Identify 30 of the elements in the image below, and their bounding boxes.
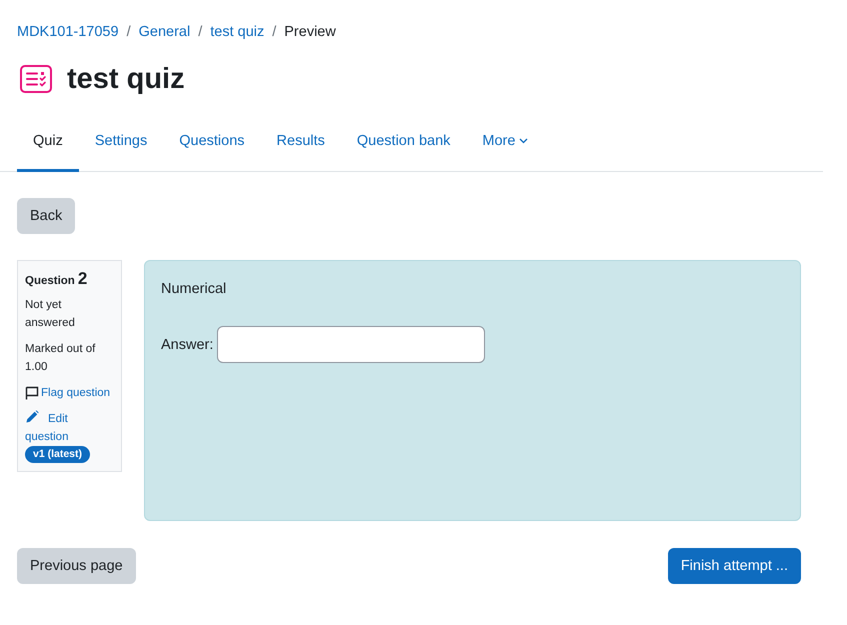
nav-tab[interactable]: Results xyxy=(260,121,341,172)
finish-attempt-button[interactable]: Finish attempt ... xyxy=(668,548,801,584)
pencil-icon xyxy=(26,410,39,423)
question-label: Question xyxy=(25,274,75,289)
breadcrumb-link[interactable]: MDK101-17059 xyxy=(17,22,119,42)
question-marks: Marked out of 1.00 xyxy=(25,342,96,375)
flag-question-link[interactable]: Flag question xyxy=(25,384,110,402)
answer-field[interactable] xyxy=(217,326,486,363)
previous-page-button[interactable]: Previous page xyxy=(17,548,136,584)
breadcrumb-link[interactable]: General xyxy=(138,22,190,42)
nav-tab[interactable]: Questions xyxy=(163,121,261,172)
question-state: Not yet answered xyxy=(25,298,76,331)
caret-icon xyxy=(519,138,528,144)
answer-label: Answer: xyxy=(161,336,214,352)
edit-question-link[interactable]: Edit question xyxy=(25,410,114,446)
nav-tab[interactable]: Question bank xyxy=(340,121,466,172)
nav-tab[interactable]: Quiz xyxy=(17,121,79,172)
breadcrumb-separator: / xyxy=(272,23,276,42)
breadcrumb-link[interactable]: test quiz xyxy=(210,22,264,42)
checklist-icon xyxy=(20,65,52,93)
nav-tab[interactable]: More xyxy=(466,121,544,172)
breadcrumb-current: Preview xyxy=(284,23,336,42)
breadcrumb-separator: / xyxy=(126,23,131,42)
page-title: test quiz xyxy=(67,62,185,97)
nav-tab[interactable]: Settings xyxy=(78,121,164,172)
question-type-text: Numerical xyxy=(161,280,228,299)
back-button[interactable]: Back xyxy=(17,198,76,234)
version-badge: v1 (latest) xyxy=(25,446,90,463)
question-number: 2 xyxy=(78,269,88,289)
breadcrumb-separator: / xyxy=(198,23,202,42)
